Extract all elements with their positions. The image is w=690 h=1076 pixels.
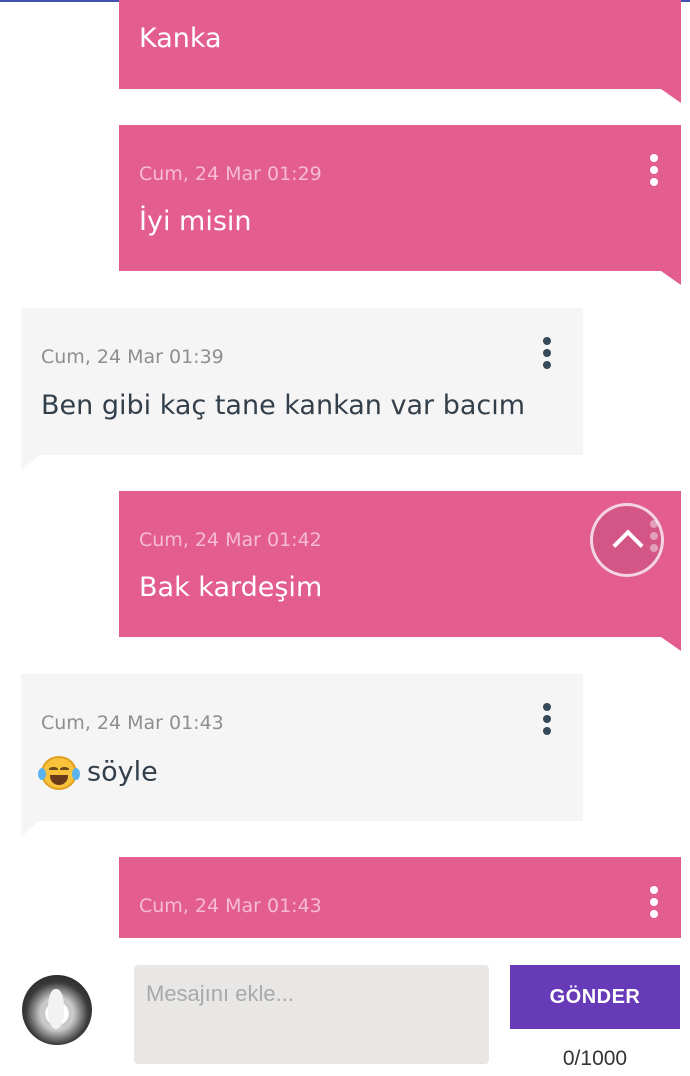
bubble-tail xyxy=(661,89,681,103)
chevron-up-icon xyxy=(612,529,644,561)
message-bubble-outgoing[interactable]: Cum, 24 Mar 01:29 İyi misin xyxy=(119,125,681,285)
bubble-tail xyxy=(21,455,39,471)
message-bubble-outgoing[interactable]: Cum, 24 Mar 01:43 xyxy=(119,857,681,938)
more-vertical-icon[interactable] xyxy=(535,335,559,371)
scroll-to-top-button[interactable] xyxy=(590,503,664,577)
message-timestamp: Cum, 24 Mar 01:42 xyxy=(139,529,322,551)
message-bubble-outgoing[interactable]: Cum, 24 Mar 01:42 Bak kardeşim xyxy=(119,491,681,651)
avatar[interactable] xyxy=(22,975,92,1045)
character-counter: 0/1000 xyxy=(562,1047,628,1070)
message-bubble-outgoing[interactable]: Kanka xyxy=(119,0,681,103)
message-timestamp: Cum, 24 Mar 01:43 xyxy=(139,895,322,917)
message-bubble-incoming[interactable]: Cum, 24 Mar 01:43 söyle xyxy=(21,674,583,837)
message-text: söyle xyxy=(87,756,158,788)
message-text: Ben gibi kaç tane kankan var bacım xyxy=(41,390,526,421)
face-with-tears-of-joy-icon xyxy=(38,755,80,790)
message-text: Bak kardeşim xyxy=(139,572,323,603)
message-text: İyi misin xyxy=(139,206,252,237)
message-text: Kanka xyxy=(139,23,222,54)
message-input[interactable] xyxy=(134,965,489,1064)
message-content: söyle xyxy=(38,755,158,790)
chat-screen: Kanka Cum, 24 Mar 01:29 İyi misin Cum, 2… xyxy=(0,0,690,1076)
bubble-tail xyxy=(661,637,681,651)
more-vertical-icon[interactable] xyxy=(535,701,559,737)
more-vertical-icon[interactable] xyxy=(642,152,666,188)
message-bubble-incoming[interactable]: Cum, 24 Mar 01:39 Ben gibi kaç tane kank… xyxy=(21,308,583,471)
message-timestamp: Cum, 24 Mar 01:29 xyxy=(139,163,322,185)
more-vertical-icon[interactable] xyxy=(642,884,666,920)
send-button[interactable]: GÖNDER xyxy=(510,965,680,1029)
message-timestamp: Cum, 24 Mar 01:39 xyxy=(41,346,224,368)
message-timestamp: Cum, 24 Mar 01:43 xyxy=(41,712,224,734)
message-composer: GÖNDER 0/1000 xyxy=(0,940,690,1076)
bubble-tail xyxy=(661,271,681,285)
bubble-tail xyxy=(21,821,39,837)
